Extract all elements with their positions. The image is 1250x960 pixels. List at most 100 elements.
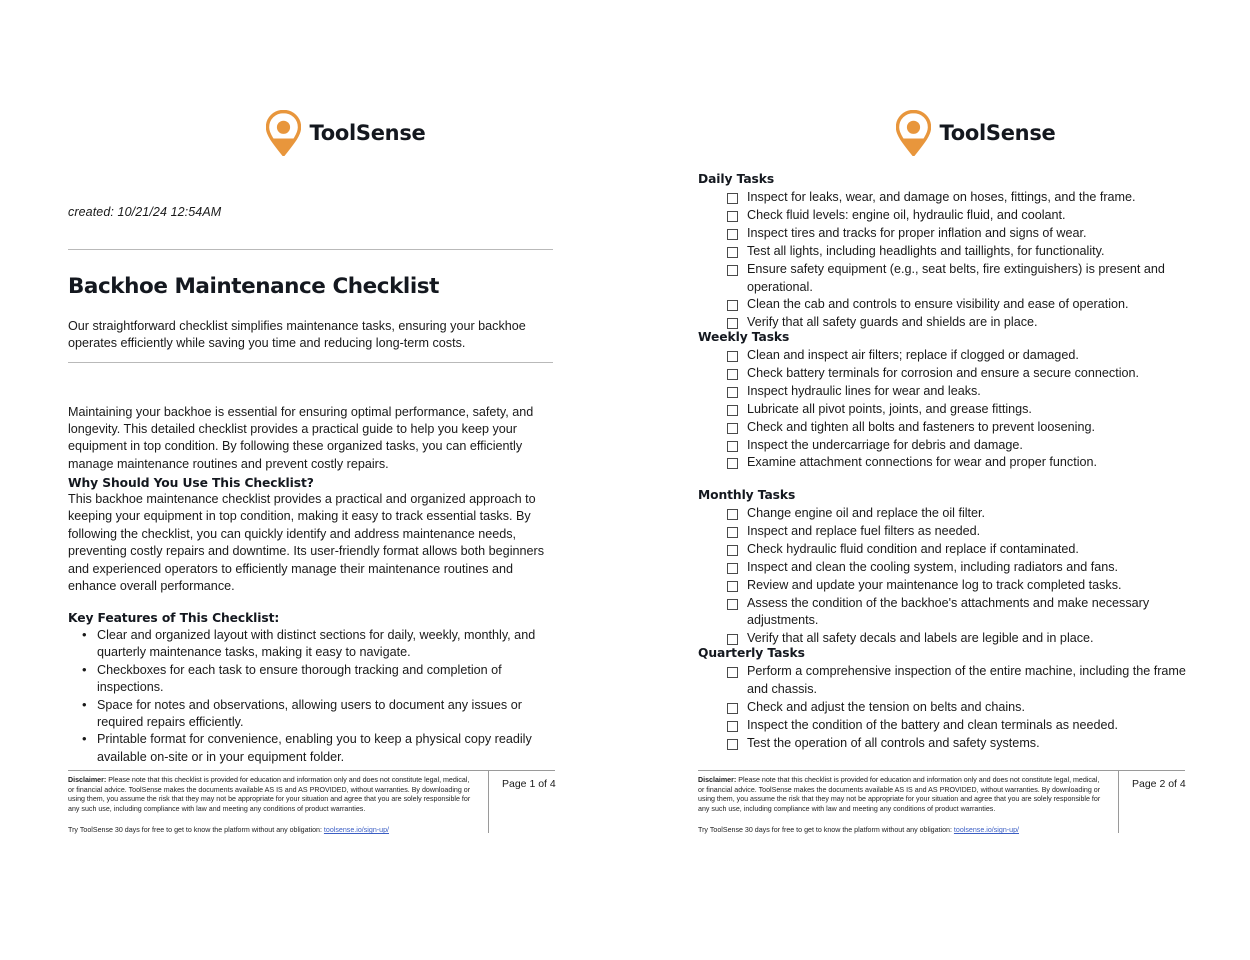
footer-text-block: Disclaimer: Please note that this checkl…	[698, 776, 1103, 836]
list-item[interactable]: Change engine oil and replace the oil fi…	[727, 505, 1198, 523]
task-label: Check fluid levels: engine oil, hydrauli…	[747, 207, 1066, 222]
disclaimer-paragraph: Disclaimer: Please note that this checkl…	[68, 776, 473, 814]
list-item[interactable]: Assess the condition of the backhoe's at…	[727, 595, 1198, 631]
page-number: Page 1 of 4	[502, 778, 556, 790]
list-item: Printable format for convenience, enabli…	[82, 730, 558, 766]
checkbox-icon[interactable]	[727, 193, 738, 204]
task-label: Clean the cab and controls to ensure vis…	[747, 297, 1129, 312]
list-item[interactable]: Check hydraulic fluid condition and repl…	[727, 541, 1198, 559]
signup-link[interactable]: toolsense.io/sign-up/	[324, 826, 389, 834]
list-item[interactable]: Clean the cab and controls to ensure vis…	[727, 296, 1198, 314]
checkbox-icon[interactable]	[727, 300, 738, 312]
list-item[interactable]: Inspect the condition of the battery and…	[727, 717, 1198, 735]
checkbox-icon[interactable]	[727, 318, 738, 330]
why-use-body: This backhoe maintenance checklist provi…	[68, 492, 544, 594]
checkbox-icon[interactable]	[727, 351, 738, 362]
list-item[interactable]: Examine attachment connections for wear …	[727, 454, 1198, 472]
checkbox-icon[interactable]	[727, 598, 738, 610]
document-page-2: ToolSense Daily Tasks Inspect for leaks,…	[698, 0, 1250, 960]
location-pin-icon	[265, 110, 301, 156]
location-pin-icon	[895, 110, 931, 156]
task-label: Inspect the condition of the battery and…	[747, 717, 1119, 732]
task-section-quarterly: Quarterly Tasks Perform a comprehensive …	[698, 646, 1198, 753]
footer-text-block: Disclaimer: Please note that this checkl…	[68, 776, 473, 836]
page-subtitle: Our straightforward checklist simplifies…	[68, 318, 526, 350]
checkbox-icon[interactable]	[727, 702, 738, 714]
list-item[interactable]: Test the operation of all controls and s…	[727, 735, 1198, 753]
task-label: Check hydraulic fluid condition and repl…	[747, 541, 1079, 556]
list-item: Checkboxes for each task to ensure thoro…	[82, 661, 558, 697]
task-label: Inspect for leaks, wear, and damage on h…	[747, 190, 1136, 204]
list-item[interactable]: Perform a comprehensive inspection of th…	[727, 663, 1198, 699]
checkbox-icon[interactable]	[727, 264, 738, 276]
list-item[interactable]: Review and update your maintenance log t…	[727, 577, 1198, 595]
checkbox-icon[interactable]	[727, 386, 738, 398]
list-item[interactable]: Ensure safety equipment (e.g., seat belt…	[727, 261, 1198, 297]
checkbox-icon[interactable]	[727, 738, 738, 750]
list-item[interactable]: Test all lights, including headlights an…	[727, 243, 1198, 261]
task-label: Test all lights, including headlights an…	[747, 243, 1105, 258]
list-item[interactable]: Check battery terminals for corrosion an…	[727, 365, 1198, 383]
disclaimer-body: Please note that this checklist is provi…	[68, 776, 471, 813]
checkbox-icon[interactable]	[727, 210, 738, 222]
list-item: Space for notes and observations, allowi…	[82, 696, 558, 732]
task-label: Ensure safety equipment (e.g., seat belt…	[747, 261, 1165, 294]
disclaimer-body: Please note that this checklist is provi…	[698, 776, 1101, 813]
checkbox-icon[interactable]	[727, 422, 738, 434]
list-item[interactable]: Lubricate all pivot points, joints, and …	[727, 401, 1198, 419]
checkbox-icon[interactable]	[727, 720, 738, 732]
disclaimer-paragraph: Disclaimer: Please note that this checkl…	[698, 776, 1103, 814]
task-label: Inspect and clean the cooling system, in…	[747, 559, 1119, 574]
brand-logo-page-1: ToolSense	[68, 110, 623, 156]
divider-top	[68, 249, 553, 250]
task-label: Inspect hydraulic lines for wear and lea…	[747, 383, 981, 398]
task-label: Inspect the undercarriage for debris and…	[747, 437, 1023, 452]
checkbox-icon[interactable]	[727, 404, 738, 416]
trial-promo-text: Try ToolSense 30 days for free to get to…	[68, 826, 324, 835]
checkbox-icon[interactable]	[727, 246, 738, 258]
list-item[interactable]: Inspect hydraulic lines for wear and lea…	[727, 383, 1198, 401]
list-item[interactable]: Inspect for leaks, wear, and damage on h…	[727, 189, 1198, 207]
list-item[interactable]: Inspect and replace fuel filters as need…	[727, 523, 1198, 541]
section-heading: Monthly Tasks	[698, 488, 796, 502]
signup-link[interactable]: toolsense.io/sign-up/	[954, 826, 1019, 834]
task-section-monthly: Monthly Tasks Change engine oil and repl…	[698, 488, 1198, 648]
checkbox-icon[interactable]	[727, 580, 738, 592]
checklist-daily: Inspect for leaks, wear, and damage on h…	[698, 189, 1198, 332]
task-label: Inspect and replace fuel filters as need…	[747, 523, 981, 538]
created-timestamp: created: 10/21/24 12:54AM	[68, 205, 222, 219]
list-item: Clear and organized layout with distinct…	[82, 626, 558, 662]
list-item[interactable]: Check and tighten all bolts and fastener…	[727, 419, 1198, 437]
footer-divider-horizontal	[68, 770, 555, 771]
intro-paragraph: Maintaining your backhoe is essential fo…	[68, 404, 534, 471]
checkbox-icon[interactable]	[727, 634, 738, 646]
checkbox-icon[interactable]	[727, 526, 738, 538]
why-use-section: Why Should You Use This Checklist? This …	[68, 476, 548, 595]
list-item[interactable]: Inspect and clean the cooling system, in…	[727, 559, 1198, 577]
brand-logo-page-2: ToolSense	[698, 110, 1250, 156]
footer-divider-vertical	[1118, 771, 1119, 833]
checkbox-icon[interactable]	[727, 562, 738, 574]
list-item[interactable]: Clean and inspect air filters; replace i…	[727, 347, 1198, 365]
checkbox-icon[interactable]	[727, 368, 738, 380]
list-item[interactable]: Check and adjust the tension on belts an…	[727, 699, 1198, 717]
task-label: Change engine oil and replace the oil fi…	[747, 506, 986, 520]
checkbox-icon[interactable]	[727, 228, 738, 240]
checklist-monthly: Change engine oil and replace the oil fi…	[698, 505, 1198, 648]
checkbox-icon[interactable]	[727, 667, 738, 678]
trial-promo-text: Try ToolSense 30 days for free to get to…	[698, 826, 954, 835]
checkbox-icon[interactable]	[727, 440, 738, 452]
page-number: Page 2 of 4	[1132, 778, 1186, 790]
task-label: Perform a comprehensive inspection of th…	[747, 664, 1186, 696]
trial-promo-line: Try ToolSense 30 days for free to get to…	[68, 826, 473, 836]
list-item[interactable]: Check fluid levels: engine oil, hydrauli…	[727, 207, 1198, 225]
checkbox-icon[interactable]	[727, 509, 738, 520]
task-section-daily: Daily Tasks Inspect for leaks, wear, and…	[698, 172, 1198, 332]
checkbox-icon[interactable]	[727, 458, 738, 470]
checkbox-icon[interactable]	[727, 544, 738, 556]
list-item[interactable]: Inspect the undercarriage for debris and…	[727, 437, 1198, 455]
task-label: Assess the condition of the backhoe's at…	[747, 595, 1150, 628]
key-features-list: Clear and organized layout with distinct…	[68, 626, 558, 766]
list-item[interactable]: Inspect tires and tracks for proper infl…	[727, 225, 1198, 243]
brand-name: ToolSense	[939, 120, 1056, 145]
